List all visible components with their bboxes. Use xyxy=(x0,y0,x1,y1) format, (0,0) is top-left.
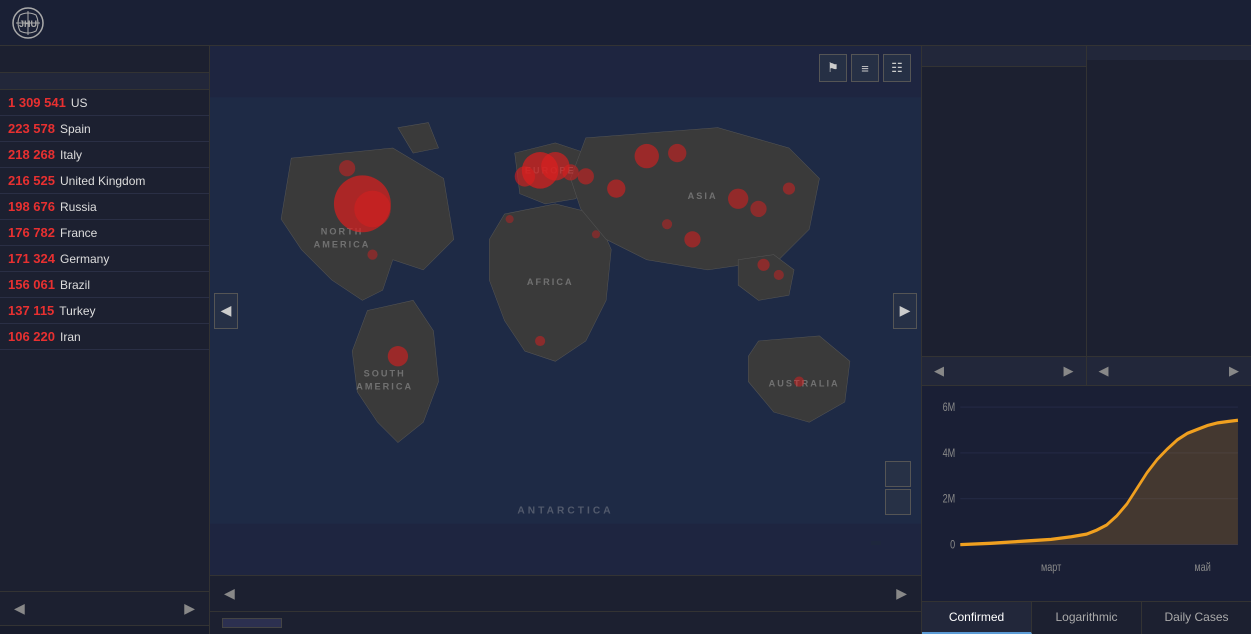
cases-by-country-header xyxy=(0,73,209,90)
country-list: 1 309 541 US 223 578 Spain 218 268 Italy… xyxy=(0,90,209,591)
us-state-list xyxy=(1087,60,1251,356)
sidebar-bottom: ◀ ▶ xyxy=(0,591,209,625)
chart-tabs: Confirmed Logarithmic Daily Cases xyxy=(922,601,1251,634)
map-nav-left[interactable]: ◀ xyxy=(214,293,238,329)
us-state-panel: ◀ ▶ xyxy=(1087,46,1251,385)
confirmed-chart: 6M 4M 2M 0 март май xyxy=(930,394,1243,597)
us-state-title-line1 xyxy=(1087,46,1251,54)
country-count-box xyxy=(222,618,282,628)
map-zoom xyxy=(885,461,911,515)
tab-confirmed[interactable]: Confirmed xyxy=(922,602,1032,634)
svg-text:ASIA: ASIA xyxy=(688,191,718,201)
country-list-item[interactable]: 218 268 Italy xyxy=(0,142,209,168)
map-toolbar: ⚑ ≡ ☷ xyxy=(819,54,911,82)
country-list-item[interactable]: 176 782 France xyxy=(0,220,209,246)
global-deaths-list xyxy=(922,67,1086,356)
sidebar-nav-left[interactable]: ◀ xyxy=(8,598,31,619)
country-count: 156 061 xyxy=(8,277,55,292)
map-footer-nav-right[interactable]: ▶ xyxy=(890,583,913,604)
map-nav-right[interactable]: ▶ xyxy=(893,293,917,329)
chart-container: 6M 4M 2M 0 март май xyxy=(922,386,1251,601)
svg-text:AMERICA: AMERICA xyxy=(314,240,371,250)
svg-text:AUSTRALIA: AUSTRALIA xyxy=(769,379,840,389)
global-deaths-prev[interactable]: ◀ xyxy=(930,361,948,381)
main-layout: 1 309 541 US 223 578 Spain 218 268 Italy… xyxy=(0,46,1251,634)
svg-text:AFRICA: AFRICA xyxy=(527,277,574,287)
global-deaths-panel: ◀ ▶ xyxy=(922,46,1087,385)
global-deaths-nav: ◀ ▶ xyxy=(922,356,1086,385)
sidebar-nav-right[interactable]: ▶ xyxy=(178,598,201,619)
country-list-item[interactable]: 156 061 Brazil xyxy=(0,272,209,298)
country-list-item[interactable]: 1 309 541 US xyxy=(0,90,209,116)
global-deaths-title xyxy=(922,46,1086,54)
bookmark-btn[interactable]: ⚑ xyxy=(819,54,847,82)
right-panels: ◀ ▶ ◀ ▶ xyxy=(921,46,1251,634)
jhu-logo: JHU xyxy=(12,7,44,39)
chart-area: 6M 4M 2M 0 март май Confirmed Logarithmi… xyxy=(922,386,1251,634)
country-list-item[interactable]: 106 220 Iran xyxy=(0,324,209,350)
last-updated xyxy=(0,625,209,634)
svg-text:SOUTH: SOUTH xyxy=(364,369,406,379)
svg-text:AMERICA: AMERICA xyxy=(356,382,413,392)
country-count: 218 268 xyxy=(8,147,55,162)
country-name: Turkey xyxy=(59,304,95,318)
country-name: US xyxy=(71,96,88,110)
country-name: Russia xyxy=(60,200,97,214)
zoom-out-btn[interactable] xyxy=(885,489,911,515)
world-map: ANTARCTICA NORTH AMERICA SOUTH AMERICA E… xyxy=(210,46,921,575)
svg-text:ANTARCTICA: ANTARCTICA xyxy=(517,506,613,517)
country-name: Italy xyxy=(60,148,82,162)
grid-btn[interactable]: ☷ xyxy=(883,54,911,82)
country-list-item[interactable]: 171 324 Germany xyxy=(0,246,209,272)
country-count: 106 220 xyxy=(8,329,55,344)
map-container[interactable]: ANTARCTICA NORTH AMERICA SOUTH AMERICA E… xyxy=(210,46,921,575)
list-btn[interactable]: ≡ xyxy=(851,54,879,82)
total-confirmed-box xyxy=(0,46,209,73)
country-name: United Kingdom xyxy=(60,174,145,188)
country-count: 1 309 541 xyxy=(8,95,66,110)
country-list-item[interactable]: 198 676 Russia xyxy=(0,194,209,220)
us-state-nav: ◀ ▶ xyxy=(1087,356,1251,385)
country-list-item[interactable]: 137 115 Turkey xyxy=(0,298,209,324)
us-state-next[interactable]: ▶ xyxy=(1225,361,1243,381)
svg-text:4M: 4M xyxy=(943,447,956,460)
header: JHU xyxy=(0,0,1251,46)
svg-text:0: 0 xyxy=(950,538,955,551)
country-name: Brazil xyxy=(60,278,90,292)
country-name: Germany xyxy=(60,252,109,266)
country-count: 216 525 xyxy=(8,173,55,188)
info-footer xyxy=(210,611,921,634)
country-name: Iran xyxy=(60,330,81,344)
country-count: 137 115 xyxy=(8,303,54,318)
country-name: Spain xyxy=(60,122,91,136)
country-list-item[interactable]: 216 525 United Kingdom xyxy=(0,168,209,194)
map-footer-nav-left[interactable]: ◀ xyxy=(218,583,241,604)
svg-text:2M: 2M xyxy=(943,493,956,506)
country-count: 171 324 xyxy=(8,251,55,266)
map-footer: ◀ ▶ xyxy=(210,575,921,611)
svg-text:май: май xyxy=(1194,561,1210,574)
left-sidebar: 1 309 541 US 223 578 Spain 218 268 Italy… xyxy=(0,46,210,634)
svg-text:6M: 6M xyxy=(943,401,956,414)
esri-credit xyxy=(871,541,881,545)
tab-daily-cases[interactable]: Daily Cases xyxy=(1142,602,1251,634)
country-list-item[interactable]: 223 578 Spain xyxy=(0,116,209,142)
country-count: 176 782 xyxy=(8,225,55,240)
global-deaths-next[interactable]: ▶ xyxy=(1060,361,1078,381)
us-state-prev[interactable]: ◀ xyxy=(1095,361,1113,381)
global-deaths-total xyxy=(922,54,1086,67)
right-top-panels: ◀ ▶ ◀ ▶ xyxy=(922,46,1251,386)
country-name: France xyxy=(60,226,97,240)
center-map: ANTARCTICA NORTH AMERICA SOUTH AMERICA E… xyxy=(210,46,921,634)
tab-logarithmic[interactable]: Logarithmic xyxy=(1032,602,1142,634)
zoom-in-btn[interactable] xyxy=(885,461,911,487)
country-count: 198 676 xyxy=(8,199,55,214)
svg-text:JHU: JHU xyxy=(19,19,37,29)
country-count: 223 578 xyxy=(8,121,55,136)
svg-text:март: март xyxy=(1041,561,1061,574)
